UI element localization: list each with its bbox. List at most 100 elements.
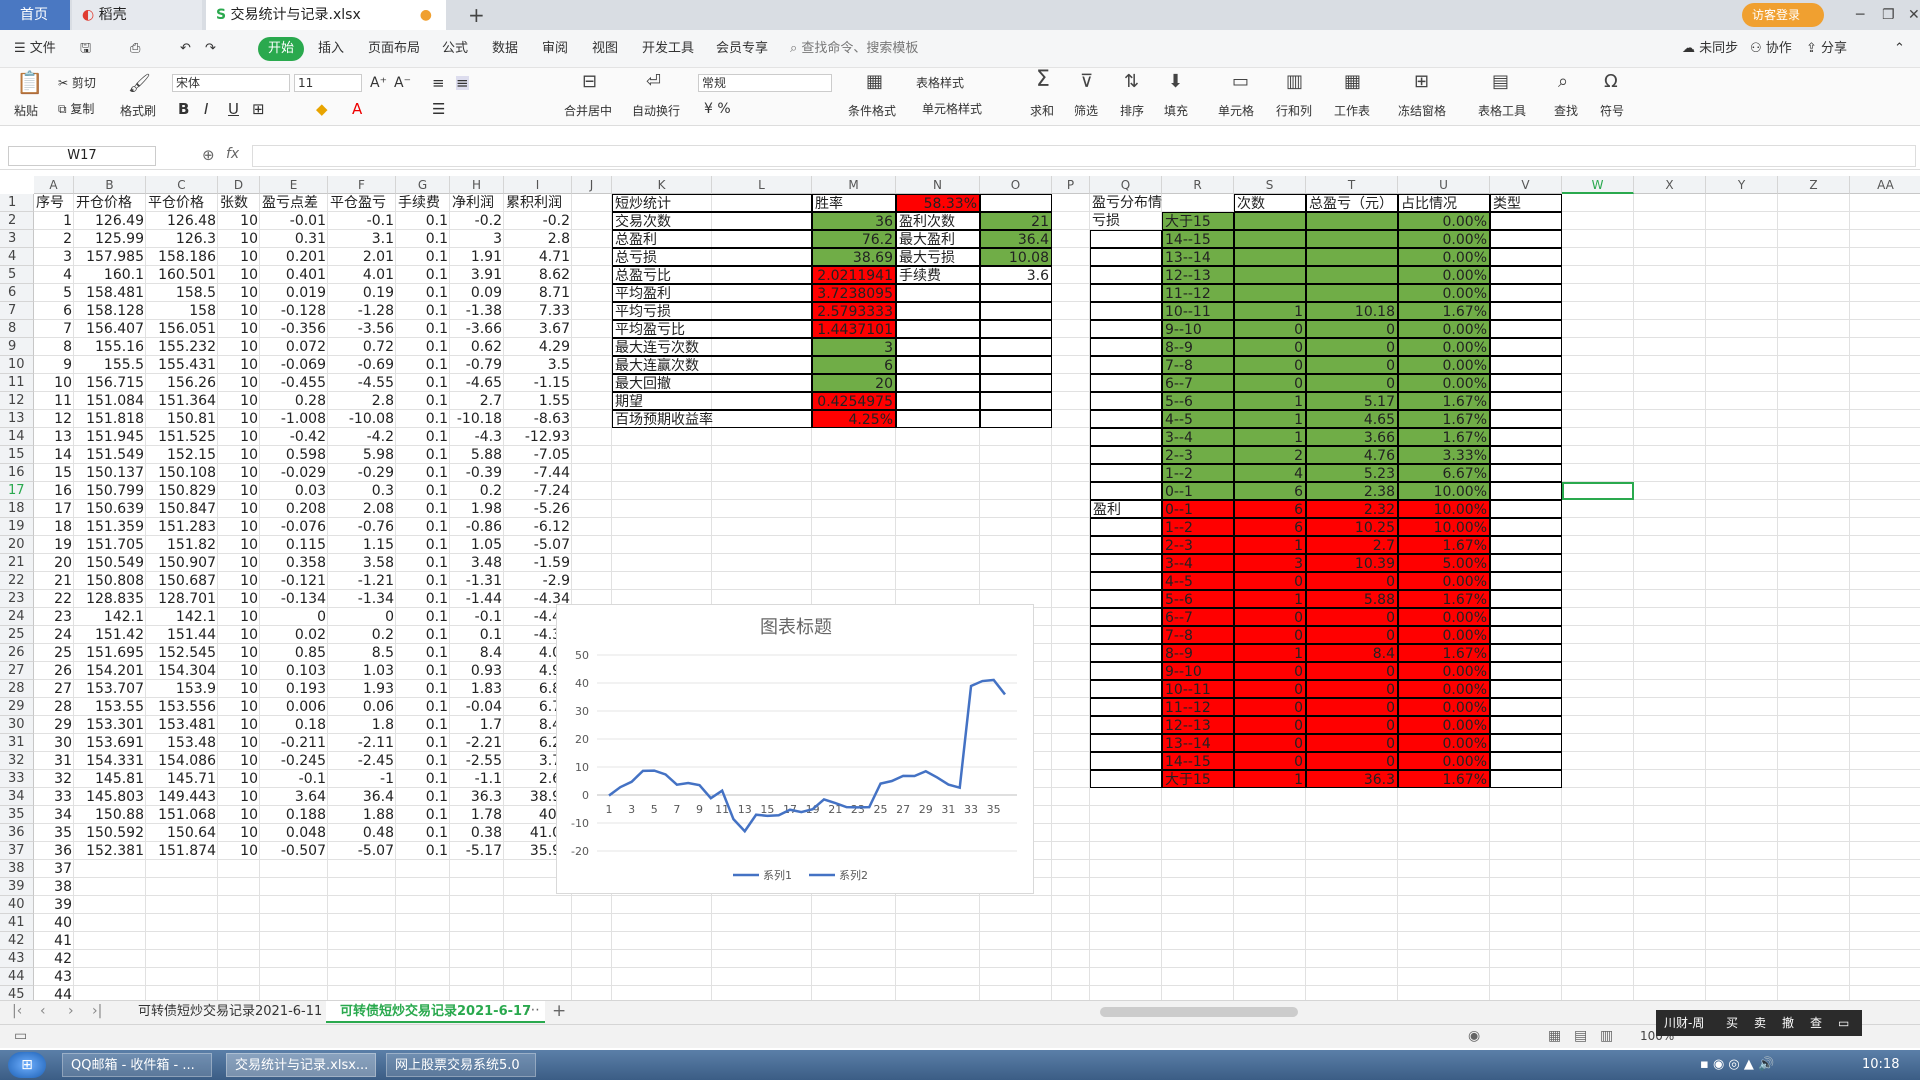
popup-account[interactable]: 川财-周 bbox=[1664, 1010, 1704, 1036]
align-middle-icon[interactable]: ≡ bbox=[456, 76, 469, 91]
profit-count[interactable]: 0 bbox=[1234, 626, 1306, 644]
tab-page-layout[interactable]: 页面布局 bbox=[368, 37, 420, 61]
row-header-27[interactable]: 27 bbox=[0, 662, 34, 680]
dist-side-empty[interactable] bbox=[1090, 374, 1162, 392]
stats-value[interactable]: 20 bbox=[812, 374, 896, 392]
trade-cell[interactable]: 150.847 bbox=[146, 500, 218, 518]
row-header-11[interactable]: 11 bbox=[0, 374, 34, 392]
stats-title[interactable]: 短炒统计 bbox=[612, 194, 812, 212]
trade-cell[interactable]: -0.39 bbox=[450, 464, 504, 482]
profit-count[interactable]: 0 bbox=[1234, 698, 1306, 716]
trade-cell[interactable]: 8.5 bbox=[328, 644, 396, 662]
trade-cell[interactable]: 156.715 bbox=[74, 374, 146, 392]
trade-cell[interactable]: 2.8 bbox=[328, 392, 396, 410]
profit-ratio[interactable]: 0.00% bbox=[1398, 752, 1490, 770]
trade-cell[interactable]: 10 bbox=[218, 824, 260, 842]
trade-cell[interactable]: 0.1 bbox=[396, 608, 450, 626]
loss-count[interactable]: 0 bbox=[1234, 320, 1306, 338]
row-header-1[interactable]: 1 bbox=[0, 194, 34, 212]
conditional-format-button[interactable]: 条件格式 bbox=[848, 104, 896, 118]
loss-range[interactable]: 4--5 bbox=[1162, 410, 1234, 428]
trade-cell[interactable]: 0.02 bbox=[260, 626, 328, 644]
trade-cell[interactable]: 151.364 bbox=[146, 392, 218, 410]
trade-cell[interactable]: 153.556 bbox=[146, 698, 218, 716]
decrease-font-icon[interactable]: A⁻ bbox=[394, 76, 411, 90]
trade-cell[interactable]: 150.64 bbox=[146, 824, 218, 842]
profit-total[interactable]: 0 bbox=[1306, 734, 1398, 752]
stats-value[interactable]: 76.2 bbox=[812, 230, 896, 248]
formula-input[interactable] bbox=[252, 145, 1916, 167]
merge-icon[interactable]: ⊟ bbox=[582, 72, 597, 92]
trade-cell[interactable]: 142.1 bbox=[146, 608, 218, 626]
trade-cell[interactable]: 3.67 bbox=[504, 320, 572, 338]
trade-cell[interactable]: 145.803 bbox=[74, 788, 146, 806]
new-tab-button[interactable]: + bbox=[458, 0, 486, 30]
find-button[interactable]: 查找 bbox=[1554, 104, 1578, 118]
loss-ratio[interactable]: 6.67% bbox=[1398, 464, 1490, 482]
loss-ratio[interactable]: 1.67% bbox=[1398, 428, 1490, 446]
profit-total[interactable]: 36.3 bbox=[1306, 770, 1398, 788]
undo-icon[interactable]: ↶ bbox=[180, 37, 191, 61]
popup-query[interactable]: 查 bbox=[1810, 1010, 1822, 1036]
trade-cell[interactable]: 10 bbox=[218, 698, 260, 716]
wrap-button[interactable]: 自动换行 bbox=[632, 104, 680, 118]
loss-total[interactable]: 2.38 bbox=[1306, 482, 1398, 500]
stats-label[interactable]: 总盈利 bbox=[612, 230, 812, 248]
stats-label2[interactable] bbox=[896, 356, 980, 374]
profit-ratio[interactable]: 0.00% bbox=[1398, 608, 1490, 626]
profit-total[interactable]: 5.88 bbox=[1306, 590, 1398, 608]
sum-icon[interactable]: Σ bbox=[1036, 69, 1050, 91]
trade-cell[interactable]: 0.31 bbox=[260, 230, 328, 248]
row-header-35[interactable]: 35 bbox=[0, 806, 34, 824]
trade-cell[interactable]: 154.304 bbox=[146, 662, 218, 680]
trade-cell[interactable]: 40 bbox=[34, 914, 74, 932]
trade-cell[interactable]: 160.501 bbox=[146, 266, 218, 284]
trade-cell[interactable]: 0.208 bbox=[260, 500, 328, 518]
trade-cell[interactable]: 126.48 bbox=[146, 212, 218, 230]
zoom-icon[interactable]: ⊕ bbox=[202, 146, 215, 164]
trade-cell[interactable]: -1.31 bbox=[450, 572, 504, 590]
trade-cell[interactable]: 10 bbox=[218, 302, 260, 320]
tab-start[interactable]: 开始 bbox=[258, 37, 305, 61]
trade-cell[interactable]: -1.15 bbox=[504, 374, 572, 392]
trade-cell[interactable]: -2.55 bbox=[450, 752, 504, 770]
trade-cell[interactable]: 0.1 bbox=[396, 212, 450, 230]
trade-cell[interactable]: 0.1 bbox=[396, 806, 450, 824]
file-tab[interactable]: S 交易统计与记录.xlsx ● bbox=[206, 0, 446, 30]
prev-sheet-icon[interactable]: ‹ bbox=[40, 1003, 46, 1019]
add-sheet-icon[interactable]: + bbox=[552, 1001, 566, 1021]
trade-cell[interactable]: -7.44 bbox=[504, 464, 572, 482]
loss-count[interactable] bbox=[1234, 266, 1306, 284]
trade-cell[interactable]: -1.008 bbox=[260, 410, 328, 428]
trade-cell[interactable]: 0.115 bbox=[260, 536, 328, 554]
row-header-32[interactable]: 32 bbox=[0, 752, 34, 770]
trade-cell[interactable]: -0.507 bbox=[260, 842, 328, 860]
trade-cell[interactable]: 8.71 bbox=[504, 284, 572, 302]
row-header-39[interactable]: 39 bbox=[0, 878, 34, 896]
trade-cell[interactable]: 151.283 bbox=[146, 518, 218, 536]
stats-value2[interactable] bbox=[980, 356, 1052, 374]
trade-cell[interactable]: 0.1 bbox=[396, 698, 450, 716]
loss-count[interactable]: 0 bbox=[1234, 374, 1306, 392]
profit-count[interactable]: 0 bbox=[1234, 662, 1306, 680]
loss-range[interactable]: 大于15 bbox=[1162, 212, 1234, 230]
trade-header-cell[interactable]: 平仓盈亏 bbox=[328, 194, 396, 212]
trade-cell[interactable]: 150.108 bbox=[146, 464, 218, 482]
sheet-tab-2[interactable]: 可转债短炒交易记录2021-6-17 bbox=[326, 1001, 546, 1023]
dist-type[interactable] bbox=[1490, 626, 1562, 644]
stats-value[interactable]: 4.25% bbox=[812, 410, 896, 428]
trade-cell[interactable]: 10 bbox=[218, 590, 260, 608]
trade-cell[interactable]: -1 bbox=[328, 770, 396, 788]
loss-ratio[interactable]: 0.00% bbox=[1398, 284, 1490, 302]
trade-cell[interactable]: 35 bbox=[34, 824, 74, 842]
trade-cell[interactable]: 1.8 bbox=[328, 716, 396, 734]
trade-cell[interactable]: 158.481 bbox=[74, 284, 146, 302]
trade-cell[interactable]: 0.2 bbox=[328, 626, 396, 644]
stats-label2[interactable] bbox=[896, 392, 980, 410]
loss-total[interactable]: 5.23 bbox=[1306, 464, 1398, 482]
trade-cell[interactable]: 150.137 bbox=[74, 464, 146, 482]
stats-value2[interactable] bbox=[980, 284, 1052, 302]
row-header-38[interactable]: 38 bbox=[0, 860, 34, 878]
trade-cell[interactable]: 43 bbox=[34, 968, 74, 986]
share-button[interactable]: ⇪ 分享 bbox=[1806, 37, 1847, 61]
